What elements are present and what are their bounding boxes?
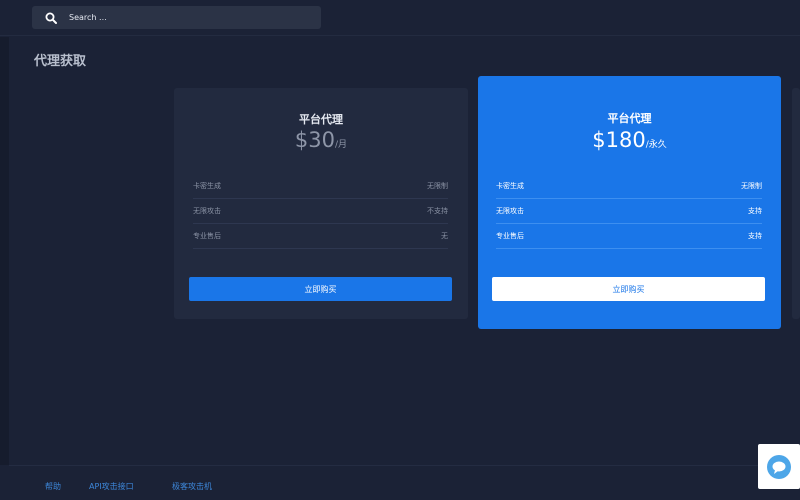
search-box[interactable] (32, 6, 321, 29)
feature-label: 专业售后 (496, 232, 524, 240)
plan-name: 平台代理 (299, 113, 343, 126)
price-amount: $180 (592, 128, 646, 152)
page-title: 代理获取 (34, 54, 87, 69)
feature-value: 支持 (748, 207, 762, 215)
feature-row: 专业售后 无 (193, 224, 448, 249)
feature-value: 无 (441, 232, 448, 240)
feature-label: 无限攻击 (496, 207, 524, 215)
footer-link-geek[interactable]: 极客攻击机 (172, 481, 212, 492)
feature-row: 无限攻击 支持 (496, 199, 762, 224)
feature-row: 无限攻击 不支持 (193, 199, 448, 224)
feature-row: 卡密生成 无限制 (496, 174, 762, 199)
feature-label: 卡密生成 (496, 182, 524, 190)
plan-card-partial (792, 88, 800, 319)
chat-widget[interactable] (758, 444, 800, 489)
search-input[interactable] (69, 13, 299, 22)
feature-value: 无限制 (427, 182, 448, 190)
feature-label: 卡密生成 (193, 182, 221, 190)
plan-name: 平台代理 (607, 112, 652, 125)
feature-label: 无限攻击 (193, 207, 221, 215)
footer-link-api[interactable]: API攻击接口 (89, 481, 134, 492)
left-sidebar-edge (0, 37, 9, 465)
plan-card-monthly: 平台代理 $30/月 卡密生成 无限制 无限攻击 不支持 专业售后 无 立即购买 (174, 88, 468, 319)
feature-row: 专业售后 支持 (496, 224, 762, 249)
feature-label: 专业售后 (193, 232, 221, 240)
search-icon (45, 12, 57, 24)
plan-price: $180/永久 (478, 128, 781, 152)
price-unit: /永久 (645, 140, 667, 150)
plan-price: $30/月 (174, 128, 468, 152)
feature-value: 不支持 (427, 207, 448, 215)
feature-value: 支持 (748, 232, 762, 240)
feature-list: 卡密生成 无限制 无限攻击 不支持 专业售后 无 (174, 174, 468, 249)
footer-link-help[interactable]: 帮助 (45, 481, 61, 492)
buy-now-button[interactable]: 立即购买 (492, 277, 765, 301)
feature-list: 卡密生成 无限制 无限攻击 支持 专业售后 支持 (478, 174, 781, 249)
buy-now-button[interactable]: 立即购买 (189, 277, 452, 301)
chat-bubble-icon (767, 454, 791, 479)
feature-value: 无限制 (741, 182, 762, 190)
price-unit: /月 (335, 140, 348, 150)
price-amount: $30 (294, 128, 336, 152)
footer: 帮助 API攻击接口 极客攻击机 (9, 465, 800, 500)
top-bar (0, 0, 800, 36)
feature-row: 卡密生成 无限制 (193, 174, 448, 199)
plan-card-lifetime: 平台代理 $180/永久 卡密生成 无限制 无限攻击 支持 专业售后 支持 立即… (478, 76, 781, 329)
